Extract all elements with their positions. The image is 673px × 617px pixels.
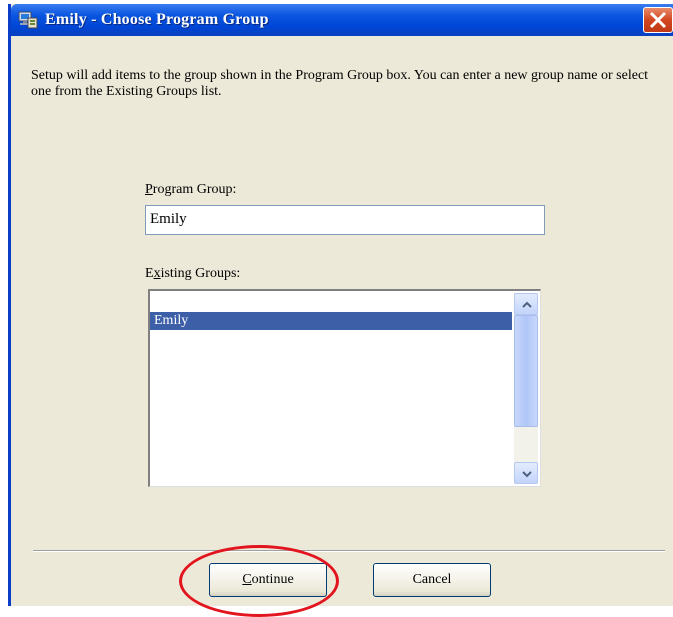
title-bar[interactable]: Emily - Choose Program Group xyxy=(11,4,673,36)
program-group-label: Program Group: xyxy=(145,182,237,197)
dialog-window: Emily - Choose Program Group Setup will … xyxy=(8,4,673,617)
scroll-down-button[interactable] xyxy=(514,462,538,484)
existing-groups-list[interactable]: Emily xyxy=(148,289,541,487)
computer-setup-icon xyxy=(17,10,39,30)
close-button[interactable] xyxy=(643,7,673,33)
intro-text: Setup will add items to the group shown … xyxy=(31,68,649,99)
chevron-up-icon xyxy=(522,301,532,308)
list-item[interactable]: Emily xyxy=(150,312,512,330)
window-title: Emily - Choose Program Group xyxy=(45,11,269,28)
scrollbar-thumb[interactable] xyxy=(514,315,538,427)
chevron-down-icon xyxy=(522,471,532,478)
continue-button[interactable]: Continue xyxy=(209,563,327,597)
program-group-input[interactable]: Emily xyxy=(145,205,545,235)
footer-divider xyxy=(33,550,665,552)
close-icon xyxy=(649,11,667,29)
scroll-up-button[interactable] xyxy=(514,293,538,315)
existing-groups-label: Existing Groups: xyxy=(145,266,241,281)
vertical-scrollbar[interactable] xyxy=(514,293,538,484)
cancel-button[interactable]: Cancel xyxy=(373,563,491,597)
